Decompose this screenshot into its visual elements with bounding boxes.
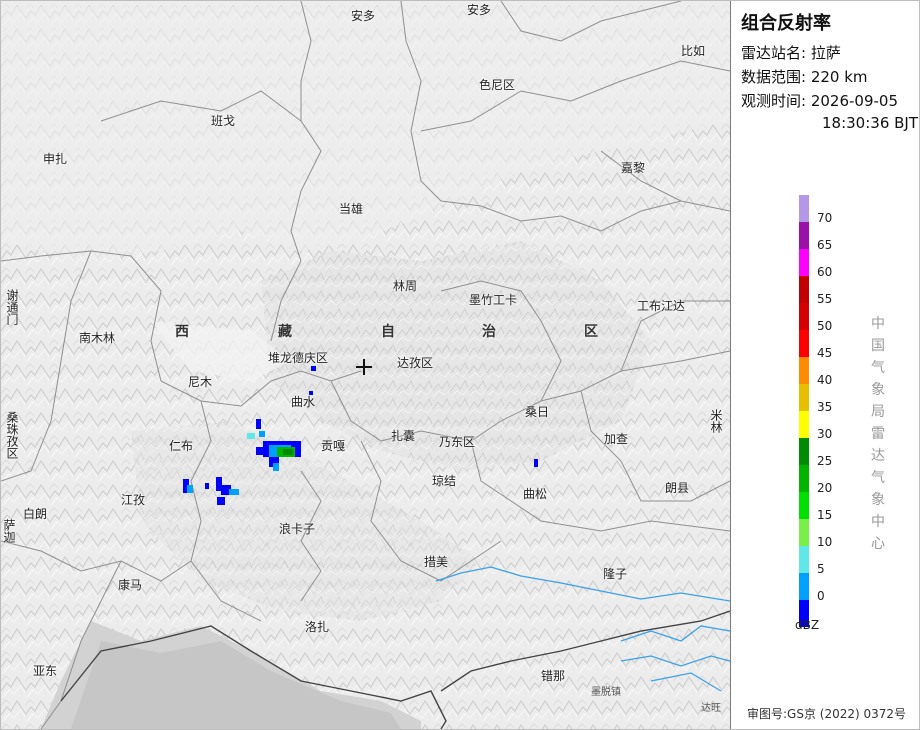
organization-text: 中国气象局雷达气象中心 bbox=[871, 316, 885, 552]
place-label: 尼木 bbox=[188, 375, 213, 389]
legend-tick-label: 30 bbox=[817, 427, 833, 441]
legend-swatch bbox=[799, 276, 809, 303]
legend-tick-label: 65 bbox=[817, 238, 833, 252]
place-label: 措美 bbox=[424, 555, 449, 569]
place-label: 达旺 bbox=[701, 703, 721, 714]
place-label: 萨迦 bbox=[2, 519, 16, 543]
place-label: 错那 bbox=[541, 669, 566, 683]
range-value: 220 km bbox=[810, 68, 868, 86]
legend-swatch bbox=[799, 411, 809, 438]
province-char: 藏 bbox=[278, 324, 292, 340]
place-label: 墨脱镇 bbox=[591, 687, 621, 698]
product-title: 组合反射率 bbox=[741, 13, 831, 34]
legend-swatch bbox=[799, 384, 809, 411]
legend-tick-label: 35 bbox=[817, 400, 833, 414]
place-label: 南木林 bbox=[79, 331, 116, 345]
legend-swatch bbox=[799, 438, 809, 465]
place-label: 加查 bbox=[604, 432, 629, 446]
place-label: 当雄 bbox=[339, 202, 364, 216]
radar-map[interactable]: 西 藏 自 治 区 安多 安多 比如 色尼区 班戈 申扎 嘉黎 当雄 林周 墨竹… bbox=[1, 1, 730, 729]
legend-swatch bbox=[799, 222, 809, 249]
place-label: 堆龙德庆区 bbox=[268, 351, 329, 365]
legend-swatch bbox=[799, 249, 809, 276]
place-label: 桑珠孜区 bbox=[5, 411, 19, 459]
legend-tick-label: 50 bbox=[817, 319, 833, 333]
place-label: 班戈 bbox=[211, 114, 236, 128]
place-label: 朗县 bbox=[665, 481, 690, 495]
legend-swatch bbox=[799, 195, 809, 222]
place-label: 康马 bbox=[118, 578, 143, 592]
province-char: 自 bbox=[381, 324, 395, 340]
place-label: 贡嘎 bbox=[321, 439, 346, 453]
place-label: 乃东区 bbox=[439, 435, 476, 449]
legend-swatch bbox=[799, 357, 809, 384]
place-label: 嘉黎 bbox=[621, 161, 646, 175]
legend-swatch bbox=[799, 465, 809, 492]
legend-tick-label: 45 bbox=[817, 346, 833, 360]
place-label: 白朗 bbox=[23, 507, 48, 521]
legend-tick-label: 10 bbox=[817, 535, 833, 549]
legend-tick-label: 70 bbox=[817, 211, 833, 225]
time-clock: 18:30:36 BJT bbox=[822, 114, 919, 132]
place-label: 比如 bbox=[681, 44, 706, 58]
radar-station-marker bbox=[356, 359, 372, 375]
legend-tick-label: 25 bbox=[817, 454, 833, 468]
legend-tick-label: 60 bbox=[817, 265, 833, 279]
place-label: 色尼区 bbox=[479, 78, 516, 92]
place-label: 琼结 bbox=[432, 474, 457, 488]
place-label: 曲水 bbox=[291, 395, 316, 409]
place-label: 仁布 bbox=[169, 439, 194, 453]
legend-swatch bbox=[799, 546, 809, 573]
province-char: 区 bbox=[584, 324, 598, 340]
place-label: 达孜区 bbox=[397, 356, 434, 370]
place-label: 浪卡子 bbox=[279, 522, 316, 536]
place-label: 工布江达 bbox=[637, 299, 686, 313]
legend-tick-label: 5 bbox=[817, 562, 825, 576]
place-label: 亚东 bbox=[33, 664, 58, 678]
place-label: 安多 bbox=[351, 9, 376, 23]
place-label: 申扎 bbox=[43, 152, 68, 166]
legend-tick-label: 15 bbox=[817, 508, 833, 522]
place-label: 米林 bbox=[709, 409, 723, 433]
legend-swatch bbox=[799, 573, 809, 600]
radar-window: 西 藏 自 治 区 安多 安多 比如 色尼区 班戈 申扎 嘉黎 当雄 林周 墨竹… bbox=[0, 0, 920, 730]
legend-swatch bbox=[799, 303, 809, 330]
place-label: 隆子 bbox=[603, 567, 628, 581]
time-date: 2026-09-05 bbox=[810, 92, 899, 110]
info-panel: 组合反射率 雷达站名: 拉萨 数据范围: 220 km 观测时间: 2026-0… bbox=[731, 1, 919, 729]
place-label: 桑日 bbox=[525, 405, 550, 419]
station-label: 雷达站名: bbox=[741, 44, 807, 62]
place-label: 曲松 bbox=[523, 487, 548, 501]
place-label: 洛扎 bbox=[305, 620, 330, 634]
place-label: 墨竹工卡 bbox=[469, 293, 518, 307]
place-label: 安多 bbox=[467, 3, 492, 17]
place-label: 林周 bbox=[393, 279, 418, 293]
legend-tick-label: 55 bbox=[817, 292, 833, 306]
range-row: 数据范围: 220 km bbox=[741, 66, 868, 88]
place-label: 江孜 bbox=[121, 493, 146, 507]
station-value: 拉萨 bbox=[810, 44, 841, 62]
station-row: 雷达站名: 拉萨 bbox=[741, 42, 841, 64]
legend-tick-label: 20 bbox=[817, 481, 833, 495]
map-approval-number: 审图号:GS京 (2022) 0372号 bbox=[747, 707, 907, 721]
range-label: 数据范围: bbox=[741, 68, 807, 86]
province-char: 治 bbox=[482, 324, 496, 340]
color-legend bbox=[799, 195, 809, 627]
legend-swatch bbox=[799, 330, 809, 357]
legend-tick-label: 40 bbox=[817, 373, 833, 387]
legend-unit: dBZ bbox=[795, 618, 820, 632]
legend-swatch bbox=[799, 519, 809, 546]
legend-tick-label: 0 bbox=[817, 589, 825, 603]
legend-swatch bbox=[799, 492, 809, 519]
place-label: 扎囊 bbox=[391, 429, 416, 443]
time-label: 观测时间: bbox=[741, 92, 807, 110]
province-char: 西 bbox=[175, 324, 189, 340]
place-label: 谢通门 bbox=[5, 289, 19, 325]
time-row: 观测时间: 2026-09-05 bbox=[741, 90, 898, 112]
